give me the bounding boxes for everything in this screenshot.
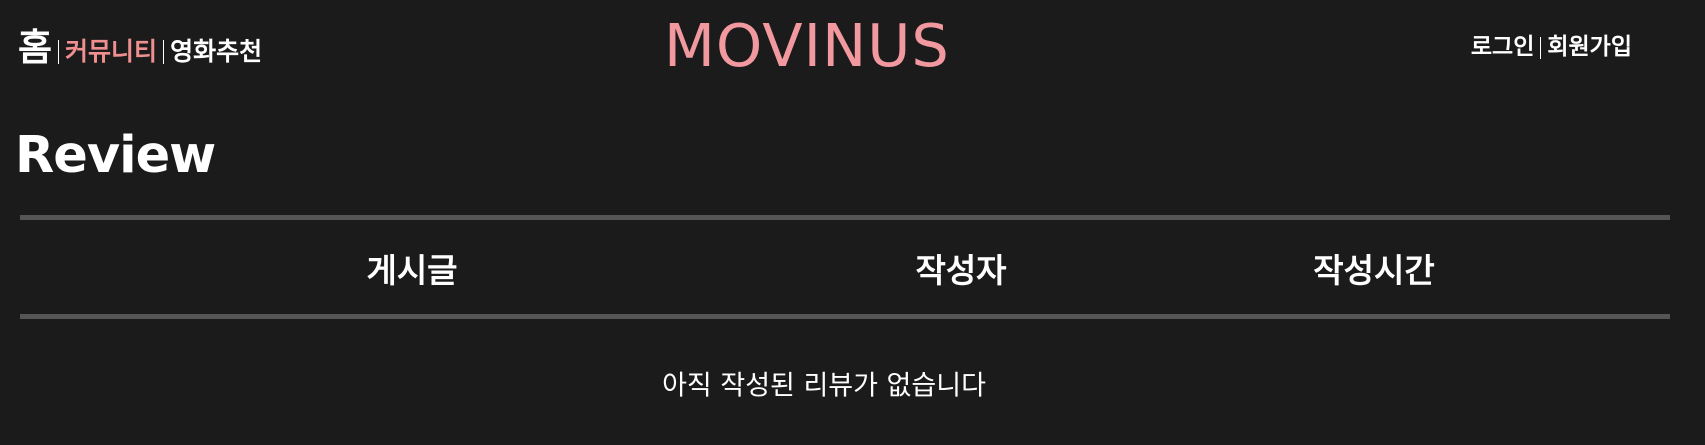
empty-review-message: 아직 작성된 리뷰가 없습니다	[662, 370, 986, 402]
nav-movie-recommend-link[interactable]: 영화추천	[170, 39, 262, 78]
login-link[interactable]: 로그인	[1471, 36, 1534, 59]
column-header-author: 작성자	[915, 251, 1007, 290]
auth-separator	[1540, 36, 1542, 59]
table-header-bottom-divider	[20, 314, 1670, 319]
auth-nav: 로그인 회원가입	[1471, 36, 1632, 59]
column-header-post: 게시글	[366, 251, 458, 290]
page-title: Review	[15, 126, 216, 185]
nav-community-link[interactable]: 커뮤니티	[65, 39, 157, 78]
table-header-top-divider	[20, 215, 1670, 220]
column-header-time: 작성시간	[1313, 251, 1435, 290]
nav-separator	[163, 40, 165, 64]
nav-separator	[58, 40, 60, 64]
nav-home-link[interactable]: 홈	[18, 29, 52, 78]
main-nav: 홈 커뮤니티 영화추천	[18, 18, 262, 78]
site-logo[interactable]: MOVINUS	[664, 13, 950, 79]
signup-link[interactable]: 회원가입	[1547, 36, 1632, 59]
